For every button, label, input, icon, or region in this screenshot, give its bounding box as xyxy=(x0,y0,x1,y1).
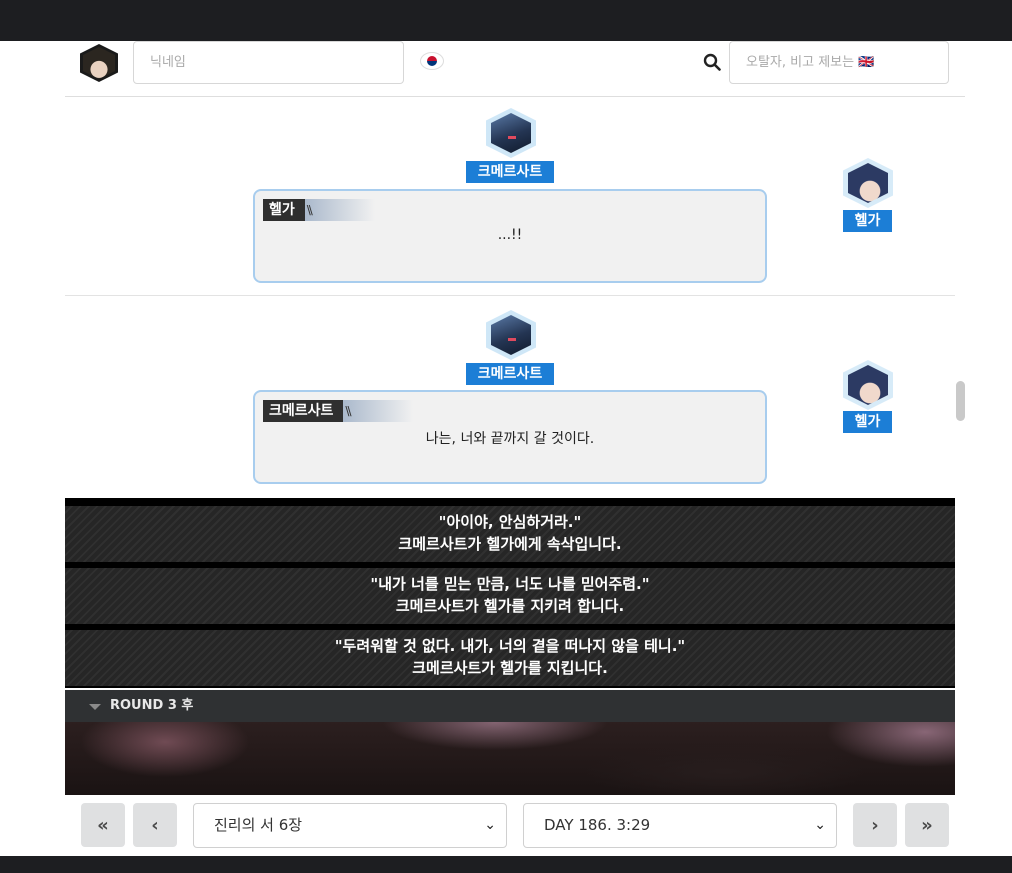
action-card: "두려워할 것 없다. 내가, 너의 곁을 떠나지 않을 테니." 크메르사트가… xyxy=(65,630,955,686)
nickname-input[interactable]: 닉네임 xyxy=(133,41,404,84)
action-log: "아이야, 안심하거라." 크메르사트가 헬가에게 속삭입니다. "내가 너를 … xyxy=(65,498,955,688)
time-select[interactable]: DAY 186. 3:29 ⌄ xyxy=(523,803,837,848)
action-card: "내가 너를 믿는 만큼, 너도 나를 믿어주렴." 크메르사트가 헬가를 지키… xyxy=(65,568,955,624)
next-page-button[interactable]: › xyxy=(853,803,897,847)
action-card: "아이야, 안심하거라." 크메르사트가 헬가에게 속삭입니다. xyxy=(65,506,955,562)
speech-bubble: 헬가 ...!! xyxy=(253,189,767,283)
bubble-label: 크메르사트 xyxy=(263,400,414,422)
scene-image xyxy=(65,722,955,795)
prev-page-button[interactable]: ‹ xyxy=(133,803,177,847)
action-quote: "아이야, 안심하거라." xyxy=(438,513,582,531)
search-icon[interactable] xyxy=(703,53,721,71)
target-avatar xyxy=(843,360,893,410)
time-select-value: DAY 186. 3:29 xyxy=(544,816,651,834)
chapter-select-value: 진리의 서 6장 xyxy=(214,816,303,834)
action-quote: "내가 너를 믿는 만큼, 너도 나를 믿어주렴." xyxy=(370,575,650,593)
report-input[interactable]: 오탈자, 비고 제보는 🇬🇧 xyxy=(729,41,949,84)
collapse-triangle-icon xyxy=(89,704,101,710)
bubble-speaker-label: 헬가 xyxy=(263,199,305,221)
chevron-down-icon: ⌄ xyxy=(484,817,496,833)
bubble-speaker-label: 크메르사트 xyxy=(263,400,344,422)
chevron-down-icon: ⌄ xyxy=(814,817,826,833)
speaker-name: 크메르사트 xyxy=(466,363,554,385)
user-avatar[interactable] xyxy=(80,44,118,82)
bottom-navigation: « ‹ 진리의 서 6장 ⌄ DAY 186. 3:29 ⌄ › » xyxy=(0,795,1012,856)
action-description: 크메르사트가 헬가에게 속삭입니다. xyxy=(398,535,622,553)
speech-text: ...!! xyxy=(497,227,523,243)
target-name: 헬가 xyxy=(843,411,892,433)
first-page-button[interactable]: « xyxy=(81,803,125,847)
bottom-bar xyxy=(0,856,1012,873)
header: 닉네임 오탈자, 비고 제보는 🇬🇧 xyxy=(65,41,965,97)
label-decoration xyxy=(343,400,414,422)
action-description: 크메르사트가 헬가를 지키려 합니다. xyxy=(395,597,625,615)
chapter-select[interactable]: 진리의 서 6장 ⌄ xyxy=(193,803,507,848)
speaker-avatar xyxy=(486,108,536,158)
scrollbar-thumb[interactable] xyxy=(956,381,965,421)
action-quote: "두려워할 것 없다. 내가, 너의 곁을 떠나지 않을 테니." xyxy=(334,637,686,655)
message-item: 크메르사트 헬가 크메르사트 나는, 너와 끝까지 갈 것이다. xyxy=(65,298,955,496)
target-avatar xyxy=(843,158,893,208)
round-header[interactable]: ROUND 3 후 xyxy=(65,690,955,722)
action-description: 크메르사트가 헬가를 지킵니다. xyxy=(412,659,608,677)
message-item: 크메르사트 헬가 헬가 ...!! xyxy=(65,98,955,296)
last-page-button[interactable]: » xyxy=(905,803,949,847)
speaker-avatar xyxy=(486,310,536,360)
round-label: ROUND 3 후 xyxy=(110,698,194,713)
target-name: 헬가 xyxy=(843,210,892,232)
speech-text: 나는, 너와 끝까지 갈 것이다. xyxy=(425,431,595,447)
label-decoration xyxy=(304,199,375,221)
speech-bubble: 크메르사트 나는, 너와 끝까지 갈 것이다. xyxy=(253,390,767,484)
bubble-label: 헬가 xyxy=(263,199,375,221)
speaker-name: 크메르사트 xyxy=(466,161,554,183)
korean-flag-icon[interactable] xyxy=(421,53,443,69)
top-bar xyxy=(0,0,1012,41)
